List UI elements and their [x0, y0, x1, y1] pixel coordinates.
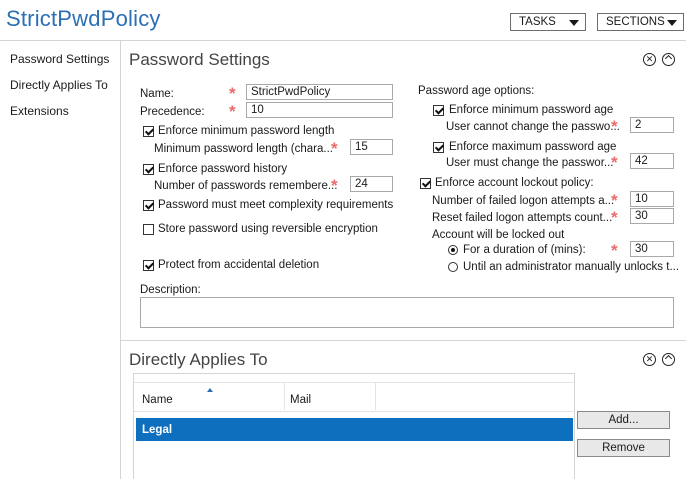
protect-deletion-checkbox[interactable] — [143, 260, 154, 271]
history-field[interactable]: 24 — [350, 176, 393, 192]
header-divider — [0, 40, 686, 41]
description-field[interactable] — [140, 297, 674, 328]
duration-label: For a duration of (mins): — [463, 244, 586, 256]
reversible-encryption-checkbox[interactable] — [143, 224, 154, 235]
chevron-down-icon — [667, 20, 677, 26]
window-title: StrictPwdPolicy — [6, 6, 161, 31]
column-header-name[interactable]: Name — [142, 394, 173, 406]
precedence-label: Precedence: — [140, 106, 205, 118]
admin-unlock-label: Until an administrator manually unlocks … — [463, 261, 680, 273]
name-label: Name: — [140, 88, 174, 100]
close-section-icon[interactable]: ✕ — [643, 53, 656, 66]
column-header-mail[interactable]: Mail — [290, 394, 311, 406]
min-length-label: Minimum password length (chara... — [154, 143, 333, 155]
column-divider — [375, 382, 376, 410]
required-star: * — [229, 102, 236, 121]
required-star: * — [331, 176, 338, 195]
collapse-section-icon[interactable] — [662, 53, 675, 66]
required-star: * — [611, 117, 618, 136]
section-divider — [121, 340, 686, 341]
min-length-field[interactable]: 15 — [350, 139, 393, 155]
enforce-max-age-checkbox[interactable] — [433, 142, 444, 153]
applies-to-grid: Name Mail Legal — [133, 373, 575, 479]
row-name-cell: Legal — [142, 424, 173, 436]
duration-radio[interactable] — [448, 245, 458, 255]
name-field[interactable]: StrictPwdPolicy — [246, 84, 393, 100]
failed-attempts-label: Number of failed logon attempts a... — [432, 195, 615, 207]
complexity-label: Password must meet complexity requiremen… — [158, 199, 394, 211]
enforce-min-length-checkbox[interactable] — [143, 126, 154, 137]
reset-attempts-field[interactable]: 30 — [630, 208, 674, 224]
sections-dropdown[interactable]: SECTIONS — [597, 13, 684, 31]
reversible-encryption-label: Store password using reversible encrypti… — [158, 223, 378, 235]
reset-attempts-label: Reset failed logon attempts count... — [432, 212, 613, 224]
lockout-policy-checkbox[interactable] — [420, 178, 431, 189]
tasks-label: TASKS — [519, 16, 556, 28]
column-divider — [284, 382, 285, 410]
enforce-history-checkbox[interactable] — [143, 164, 154, 175]
description-label: Description: — [140, 284, 201, 296]
section-title-directly-applies-to: Directly Applies To — [129, 350, 268, 369]
enforce-max-age-label: Enforce maximum password age — [449, 141, 617, 153]
min-age-field[interactable]: 2 — [630, 117, 674, 133]
required-star: * — [331, 139, 338, 158]
remove-button[interactable]: Remove — [577, 439, 670, 457]
enforce-min-age-label: Enforce minimum password age — [449, 104, 614, 116]
failed-attempts-field[interactable]: 10 — [630, 191, 674, 207]
add-button[interactable]: Add... — [577, 411, 670, 429]
grid-header — [134, 382, 574, 412]
admin-unlock-radio[interactable] — [448, 262, 458, 272]
min-age-label: User cannot change the passwo... — [446, 121, 620, 133]
close-section-icon[interactable]: ✕ — [643, 353, 656, 366]
max-age-field[interactable]: 42 — [630, 153, 674, 169]
nav-item-directly-applies-to[interactable]: Directly Applies To — [10, 78, 108, 92]
precedence-field[interactable]: 10 — [246, 102, 393, 118]
complexity-checkbox[interactable] — [143, 200, 154, 211]
table-row[interactable]: Legal — [136, 418, 573, 441]
enforce-history-label: Enforce password history — [158, 163, 288, 175]
max-age-label: User must change the passwor... — [446, 157, 614, 169]
protect-deletion-label: Protect from accidental deletion — [158, 259, 320, 271]
enforce-min-age-checkbox[interactable] — [433, 105, 444, 116]
tasks-dropdown[interactable]: TASKS — [510, 13, 586, 31]
locked-out-label: Account will be locked out — [432, 229, 565, 241]
section-title-password-settings: Password Settings — [129, 50, 270, 69]
required-star: * — [611, 153, 618, 172]
required-star: * — [611, 208, 618, 227]
history-label: Number of passwords remembere... — [154, 180, 338, 192]
required-star: * — [229, 84, 236, 103]
chevron-down-icon — [569, 20, 579, 26]
lockout-policy-label: Enforce account lockout policy: — [435, 177, 594, 189]
nav-divider — [120, 41, 121, 479]
duration-field[interactable]: 30 — [630, 241, 674, 257]
sections-label: SECTIONS — [606, 16, 665, 28]
sort-ascending-icon — [207, 388, 213, 392]
enforce-min-length-label: Enforce minimum password length — [158, 125, 335, 137]
required-star: * — [611, 191, 618, 210]
age-options-label: Password age options: — [418, 85, 535, 97]
nav-item-extensions[interactable]: Extensions — [10, 104, 69, 118]
collapse-section-icon[interactable] — [662, 353, 675, 366]
nav-item-password-settings[interactable]: Password Settings — [10, 52, 109, 66]
required-star: * — [611, 241, 618, 260]
